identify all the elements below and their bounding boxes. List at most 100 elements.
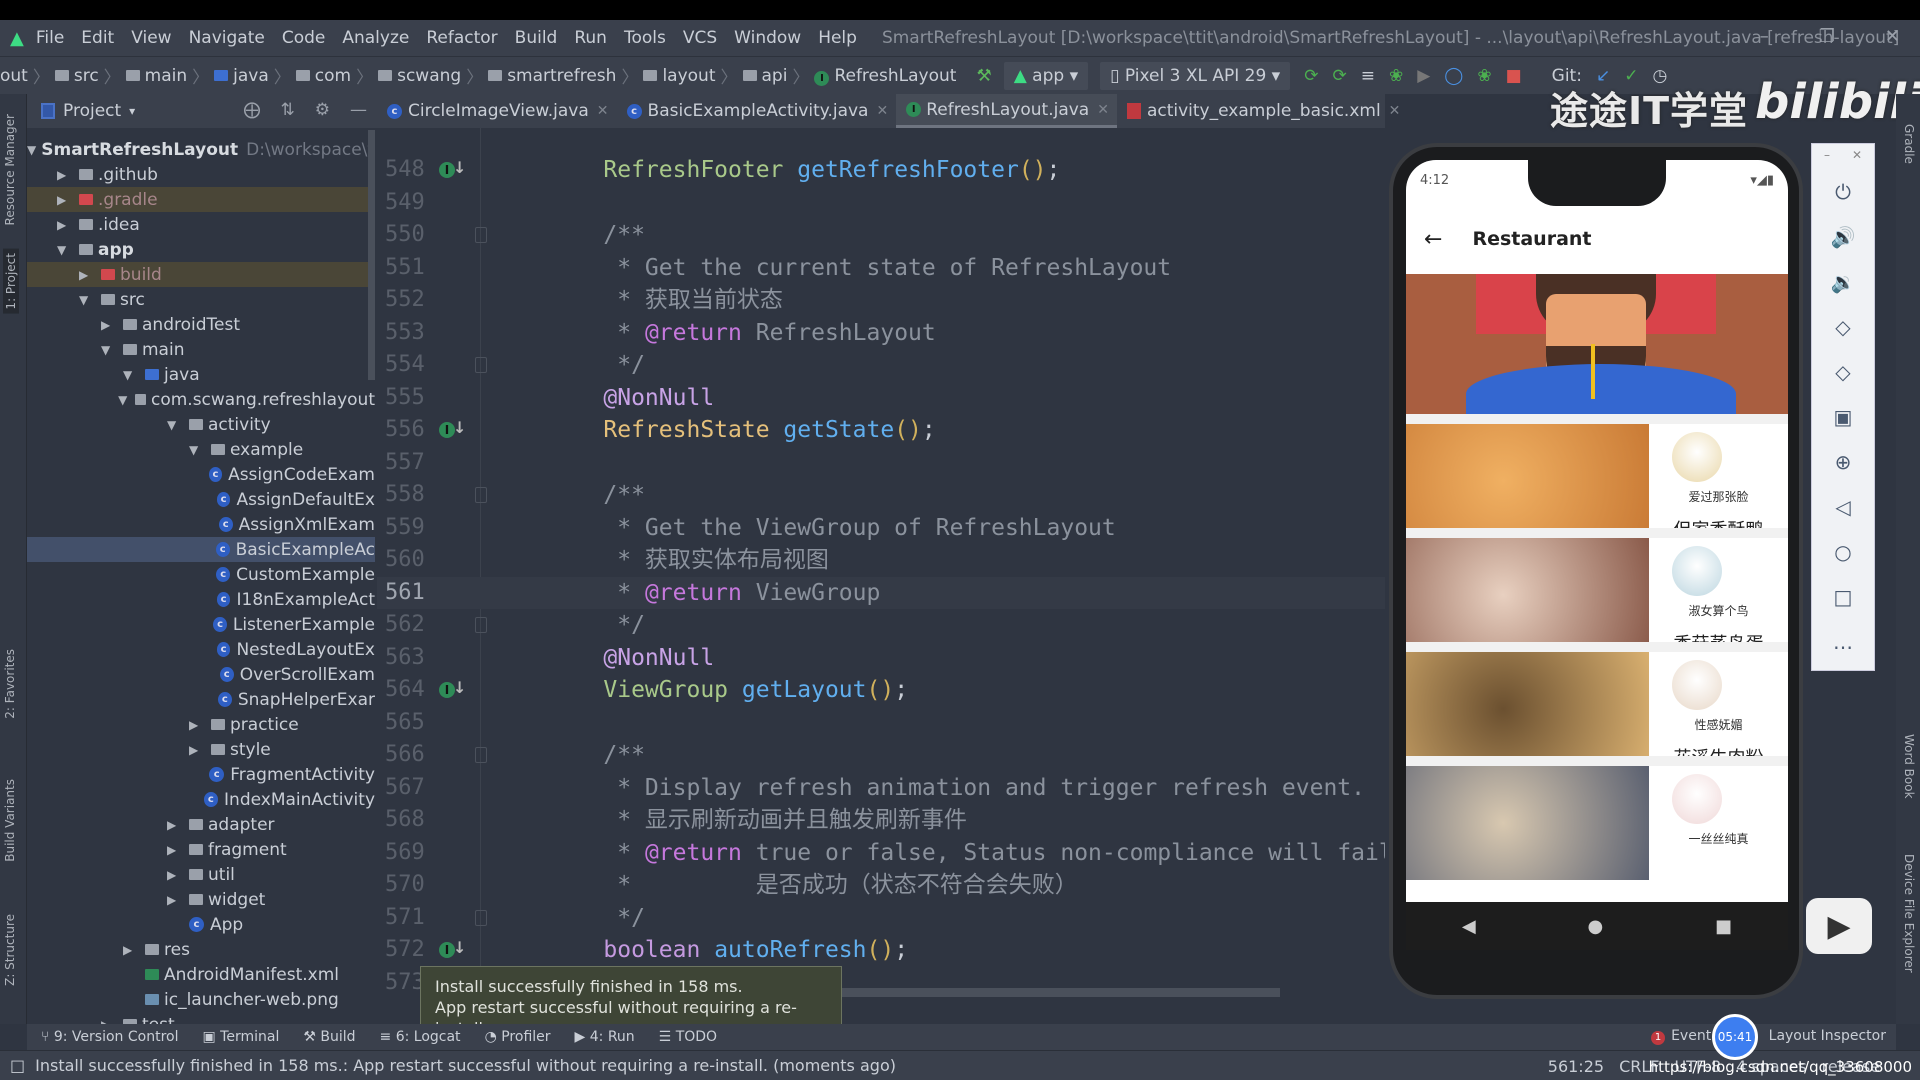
collapsed-arrow-icon[interactable]: ▶ bbox=[189, 718, 211, 732]
breadcrumb-item[interactable]: scwang bbox=[378, 66, 461, 86]
favorites-tab[interactable]: 2: Favorites bbox=[3, 649, 17, 719]
tree-item[interactable]: ▼ SmartRefreshLayout D:\workspace\tti bbox=[27, 137, 375, 162]
collapsed-arrow-icon[interactable]: ▶ bbox=[79, 268, 101, 282]
home-icon[interactable]: ○ bbox=[1812, 540, 1874, 564]
apply-changes-icon[interactable]: ⟳ bbox=[1304, 66, 1318, 86]
menu-window[interactable]: Window bbox=[734, 28, 801, 48]
tree-item[interactable]: c NestedLayoutEx bbox=[27, 637, 375, 662]
menu-vcs[interactable]: VCS bbox=[683, 28, 717, 48]
caret-position[interactable]: 561:25 bbox=[1548, 1057, 1604, 1076]
breadcrumb-item[interactable]: java bbox=[214, 66, 269, 86]
toolwindow-4-run[interactable]: ▶ 4: Run bbox=[575, 1029, 635, 1045]
collapsed-arrow-icon[interactable]: ▶ bbox=[101, 318, 123, 332]
tree-item[interactable]: ▶ fragment bbox=[27, 837, 375, 862]
locate-icon[interactable]: ⨁ bbox=[244, 100, 261, 120]
menu-view[interactable]: View bbox=[131, 28, 171, 48]
nav-back-icon[interactable]: ◀ bbox=[1462, 916, 1476, 937]
status-toggle-icon[interactable]: □ bbox=[10, 1056, 25, 1075]
tree-item[interactable]: ▼ java bbox=[27, 362, 375, 387]
toolwindow-terminal[interactable]: ▣ Terminal bbox=[202, 1029, 279, 1045]
toolwindow-profiler[interactable]: ◔ Profiler bbox=[485, 1029, 551, 1045]
status-message[interactable]: Install successfully finished in 158 ms.… bbox=[35, 1056, 896, 1075]
gear-icon[interactable]: ⚙ bbox=[315, 100, 330, 120]
fold-marker-icon[interactable] bbox=[475, 357, 487, 373]
tab-circleimageview-java[interactable]: c CircleImageView.java ✕ bbox=[377, 94, 617, 128]
attach-debugger-icon[interactable]: ❀ bbox=[1477, 66, 1491, 86]
tree-item[interactable]: ▶ res bbox=[27, 937, 375, 962]
collapsed-arrow-icon[interactable]: ▶ bbox=[167, 893, 189, 907]
tree-item[interactable]: ▶ widget bbox=[27, 887, 375, 912]
tree-item[interactable]: c AssignDefaultEx bbox=[27, 487, 375, 512]
camera-icon[interactable]: ▣ bbox=[1812, 405, 1874, 429]
debug-icon[interactable]: ❀ bbox=[1389, 66, 1403, 86]
tab-refreshlayout-java[interactable]: I RefreshLayout.java ✕ bbox=[896, 94, 1117, 128]
collapsed-arrow-icon[interactable]: ▶ bbox=[167, 818, 189, 832]
tree-item[interactable]: c AssignCodeExam bbox=[27, 462, 375, 487]
breadcrumb-item[interactable]: I RefreshLayout bbox=[814, 66, 956, 86]
tree-item[interactable]: ▶ practice bbox=[27, 712, 375, 737]
maximize-button[interactable]: ❐ bbox=[1819, 26, 1835, 47]
tree-item[interactable]: ▶ style bbox=[27, 737, 375, 762]
expanded-arrow-icon[interactable]: ▼ bbox=[167, 418, 189, 432]
run-config-select[interactable]: ▲ app ▾ bbox=[1003, 61, 1089, 90]
collapsed-arrow-icon[interactable]: ▶ bbox=[57, 193, 79, 207]
nav-home-icon[interactable]: ● bbox=[1588, 916, 1604, 937]
collapsed-arrow-icon[interactable]: ▶ bbox=[57, 168, 79, 182]
layout-inspector-button[interactable]: Layout Inspector bbox=[1769, 1028, 1886, 1045]
tree-item[interactable]: ▼ app bbox=[27, 237, 375, 262]
toolwindow-6-logcat[interactable]: ≡ 6: Logcat bbox=[380, 1029, 461, 1045]
fold-marker-icon[interactable] bbox=[475, 909, 487, 926]
tree-item[interactable]: ▶ .gradle bbox=[27, 187, 375, 212]
collapsed-arrow-icon[interactable]: ▶ bbox=[167, 868, 189, 882]
fold-marker-icon[interactable] bbox=[475, 747, 487, 763]
tree-item[interactable]: ▼ activity bbox=[27, 412, 375, 437]
expanded-arrow-icon[interactable]: ▼ bbox=[118, 393, 135, 407]
menu-tools[interactable]: Tools bbox=[624, 28, 666, 48]
tree-item[interactable]: ▶ androidTest bbox=[27, 312, 375, 337]
collapsed-arrow-icon[interactable]: ▶ bbox=[167, 843, 189, 857]
rotate-right-icon[interactable]: ◇ bbox=[1812, 360, 1874, 384]
tree-item[interactable]: c App bbox=[27, 912, 375, 937]
more-icon[interactable]: … bbox=[1812, 630, 1874, 654]
expanded-arrow-icon[interactable]: ▼ bbox=[27, 143, 36, 157]
project-view-select[interactable]: Project bbox=[63, 101, 121, 121]
collapsed-arrow-icon[interactable]: ▶ bbox=[57, 218, 79, 232]
phone-screen[interactable]: 4:12▾◢▮ ← Restaurant 爱过那张脸但家香酥鸭淑女算个鸟香菇蒸鸟… bbox=[1406, 160, 1788, 950]
implemented-gutter-icon[interactable]: I bbox=[439, 678, 466, 698]
toolwindow-build[interactable]: ⚒ Build bbox=[303, 1029, 355, 1045]
tree-item[interactable]: ic_launcher-web.png bbox=[27, 987, 375, 1012]
profile-icon[interactable]: ◯ bbox=[1444, 66, 1463, 86]
menu-run[interactable]: Run bbox=[574, 28, 607, 48]
tree-item[interactable]: ▶ build bbox=[27, 262, 375, 287]
zoom-icon[interactable]: ⊕ bbox=[1812, 450, 1874, 474]
resource-manager-tab[interactable]: Resource Manager bbox=[3, 114, 17, 225]
breadcrumb-item[interactable]: main bbox=[125, 66, 187, 86]
tab-basicexampleactivity-java[interactable]: c BasicExampleActivity.java ✕ bbox=[617, 94, 897, 128]
volume-down-icon[interactable]: 🔉 bbox=[1812, 270, 1874, 294]
project-tree-scrollbar[interactable] bbox=[368, 130, 375, 380]
dish-list-item[interactable]: 一丝丝纯真 bbox=[1406, 756, 1788, 880]
breadcrumb-item[interactable]: smartrefresh bbox=[488, 66, 616, 86]
breadcrumb-item[interactable]: src bbox=[54, 66, 99, 86]
overview-icon[interactable]: □ bbox=[1812, 585, 1874, 609]
code-editor[interactable]: 548I RefreshFooter getRefreshFooter();54… bbox=[377, 128, 1385, 1024]
volume-up-icon[interactable]: 🔊 bbox=[1812, 225, 1874, 249]
tree-item[interactable]: c ListenerExample bbox=[27, 612, 375, 637]
dish-list-item[interactable]: 淑女算个鸟香菇蒸鸟蛋 bbox=[1406, 528, 1788, 655]
expanded-arrow-icon[interactable]: ▼ bbox=[57, 243, 79, 257]
toolwindow-todo[interactable]: ☰ TODO bbox=[659, 1029, 717, 1045]
minimize-button[interactable]: – bbox=[1760, 26, 1769, 47]
build-hammer-icon[interactable]: ⚒ bbox=[976, 66, 991, 86]
hide-icon[interactable]: — bbox=[350, 100, 367, 120]
tree-item[interactable]: c SnapHelperExar bbox=[27, 687, 375, 712]
tab-close-icon[interactable]: ✕ bbox=[597, 103, 609, 119]
implemented-gutter-icon[interactable]: I bbox=[439, 418, 466, 438]
back-icon[interactable]: ◁ bbox=[1812, 495, 1874, 519]
tree-item[interactable]: ▶test bbox=[27, 1012, 375, 1024]
menu-help[interactable]: Help bbox=[818, 28, 857, 48]
nav-recents-icon[interactable]: ■ bbox=[1715, 916, 1732, 937]
power-icon[interactable]: ⏻ bbox=[1812, 180, 1874, 204]
tree-item[interactable]: c CustomExample bbox=[27, 562, 375, 587]
collapsed-arrow-icon[interactable]: ▶ bbox=[189, 743, 211, 757]
menu-build[interactable]: Build bbox=[515, 28, 558, 48]
